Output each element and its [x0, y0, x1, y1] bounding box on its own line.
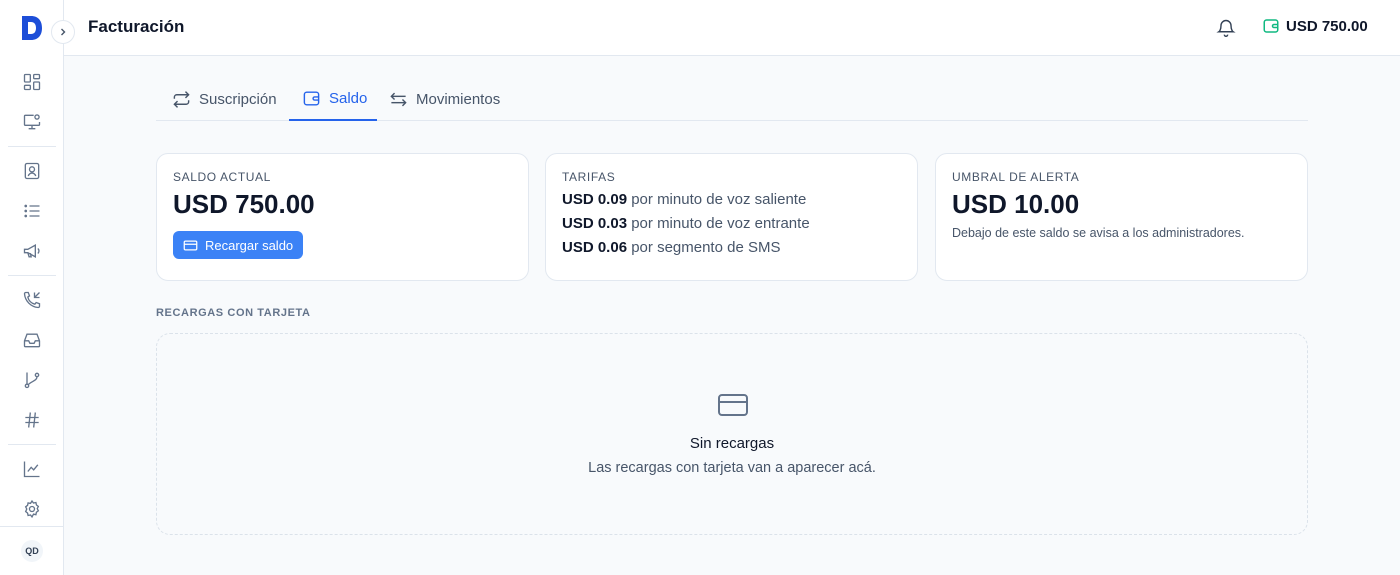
tab-suscripcion[interactable]: Suscripción [172, 80, 277, 121]
avatar[interactable]: QD [21, 540, 43, 562]
sidebar-item-flows[interactable] [20, 368, 44, 392]
empty-subtitle: Las recargas con tarjeta van a aparecer … [588, 460, 876, 476]
billing-tabs: Suscripción Saldo Movimientos [156, 80, 1308, 121]
page-title: Facturación [88, 17, 185, 36]
topup-button[interactable]: Recargar saldo [173, 231, 304, 259]
rate-price: USD 0.09 [562, 191, 628, 208]
git-branch-icon [24, 372, 40, 389]
empty-title: Sin recargas [689, 435, 775, 452]
sidebar-divider [8, 444, 56, 445]
credit-card-icon [718, 394, 748, 416]
rate-line: USD 0.03 por minuto de voz entrante [562, 212, 901, 236]
phone-incoming-icon [23, 291, 41, 309]
contact-card-icon [24, 162, 40, 180]
sidebar-item-inbox[interactable] [20, 328, 44, 352]
current-balance: USD 750.00 [173, 189, 315, 219]
sidebar-item-contacts[interactable] [20, 159, 44, 183]
sidebar-collapse-button[interactable] [51, 20, 75, 44]
hash-icon [25, 412, 39, 428]
balance-card: SALDO ACTUAL USD 750.00 Recargar saldo [156, 153, 529, 281]
tab-saldo[interactable]: Saldo [289, 80, 377, 121]
sidebar-item-monitor[interactable] [20, 110, 44, 134]
topup-button-label: Recargar saldo [205, 237, 294, 253]
alert-note: Debajo de este saldo se avisa a los admi… [952, 226, 1245, 240]
rate-desc: por segmento de SMS [631, 239, 781, 256]
sidebar-item-numbers[interactable] [20, 408, 44, 432]
bell-icon[interactable] [1216, 18, 1236, 38]
sidebar-item-calls[interactable] [20, 288, 44, 312]
rate-line: USD 0.09 por minuto de voz saliente [562, 188, 901, 212]
rate-desc: por minuto de voz entrante [631, 215, 810, 232]
tab-movimientos[interactable]: Movimientos [389, 80, 500, 121]
tab-label: Movimientos [416, 91, 501, 108]
rate-line: USD 0.06 por segmento de SMS [562, 236, 901, 260]
tab-label: Suscripción [199, 91, 277, 108]
tab-label: Saldo [329, 90, 368, 107]
sidebar-item-settings[interactable] [20, 497, 44, 521]
inbox-icon [23, 333, 41, 348]
alert-threshold-card: UMBRAL DE ALERTA USD 10.00 Debajo de est… [935, 153, 1308, 281]
sidebar-divider [8, 146, 56, 147]
sidebar-divider [0, 526, 64, 527]
grid-icon [23, 73, 41, 91]
alert-threshold-amount: USD 10.00 [952, 189, 1080, 219]
wallet-icon [303, 91, 320, 106]
sidebar-item-campaigns[interactable] [20, 239, 44, 263]
sidebar-item-lists[interactable] [20, 199, 44, 223]
card-label: TARIFAS [562, 170, 616, 184]
megaphone-icon [23, 244, 40, 258]
chart-line-icon [23, 461, 40, 478]
sidebar: QD [0, 0, 64, 575]
rate-desc: por minuto de voz saliente [631, 191, 807, 208]
sidebar-item-dashboard[interactable] [20, 70, 44, 94]
app-logo[interactable] [20, 14, 44, 42]
wallet-icon [1263, 19, 1279, 33]
rates-card: TARIFAS USD 0.09 por minuto de voz salie… [545, 153, 918, 281]
sidebar-item-analytics[interactable] [20, 457, 44, 481]
section-label: RECARGAS CON TARJETA [156, 307, 311, 319]
chevron-right-icon [61, 28, 66, 36]
card-label: SALDO ACTUAL [173, 170, 271, 184]
gear-icon [24, 499, 40, 519]
header-balance-amount: USD 750.00 [1286, 17, 1368, 35]
rate-price: USD 0.03 [562, 215, 628, 232]
list-icon [24, 204, 40, 218]
top-header: Facturación USD 750.00 [64, 0, 1400, 56]
repeat-icon [173, 91, 190, 108]
header-balance[interactable]: USD 750.00 [1262, 17, 1368, 35]
arrows-icon [390, 92, 407, 107]
monitor-icon [23, 114, 41, 130]
sidebar-divider [8, 275, 56, 276]
credit-card-icon [183, 240, 198, 250]
card-label: UMBRAL DE ALERTA [952, 170, 1080, 184]
topups-empty-state: Sin recargas Las recargas con tarjeta va… [156, 333, 1308, 535]
rate-price: USD 0.06 [562, 239, 628, 256]
